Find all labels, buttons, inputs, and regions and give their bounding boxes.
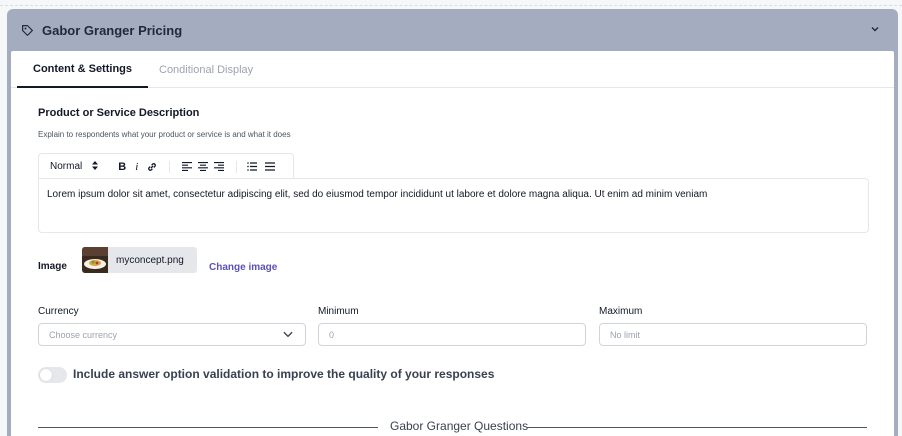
align-right-icon[interactable] <box>214 160 225 174</box>
editor-toolbar: Normal B i <box>38 153 294 179</box>
gabor-granger-card: Gabor Granger Pricing Content & Settings… <box>7 9 898 436</box>
description-hint: Explain to respondents what your product… <box>38 130 291 139</box>
bullet-list-icon[interactable] <box>265 160 276 174</box>
description-title: Product or Service Description <box>38 107 200 119</box>
image-thumbnail <box>82 247 108 273</box>
link-icon[interactable] <box>147 160 157 174</box>
bold-button[interactable]: B <box>118 160 126 174</box>
maximum-input[interactable]: No limit <box>599 323 867 346</box>
currency-label: Currency <box>38 306 79 317</box>
section-divider-title: Gabor Granger Questions <box>382 419 537 433</box>
ordered-list-icon[interactable] <box>247 160 258 174</box>
toggle-knob <box>40 369 52 381</box>
validation-toggle[interactable] <box>38 367 67 383</box>
tab-content-settings[interactable]: Content & Settings <box>17 51 148 88</box>
top-dashed-border <box>0 0 902 6</box>
change-image-link[interactable]: Change image <box>209 262 277 273</box>
align-center-icon[interactable] <box>198 160 209 174</box>
format-select[interactable]: Normal <box>50 161 99 172</box>
minimum-input[interactable]: 0 <box>318 323 586 346</box>
divider-line-left <box>38 427 378 428</box>
chevron-down-icon <box>283 331 293 339</box>
card-title: Gabor Granger Pricing <box>42 23 183 38</box>
sort-arrows-icon <box>92 161 99 172</box>
currency-select[interactable]: Choose currency <box>38 323 306 346</box>
format-select-label: Normal <box>50 161 83 172</box>
content-panel: Content & Settings Conditional Display P… <box>11 51 894 436</box>
divider-line-right <box>527 427 867 428</box>
chevron-down-icon[interactable] <box>870 24 880 34</box>
image-file-chip: myconcept.png <box>82 247 197 273</box>
image-label: Image <box>38 261 67 272</box>
tag-icon <box>21 24 34 37</box>
maximum-label: Maximum <box>599 306 643 317</box>
description-editor[interactable]: Lorem ipsum dolor sit amet, consectetur … <box>38 178 869 233</box>
tab-conditional-display[interactable]: Conditional Display <box>159 51 253 88</box>
minimum-label: Minimum <box>318 306 359 317</box>
align-left-icon[interactable] <box>182 160 193 174</box>
tab-bar: Content & Settings Conditional Display <box>11 51 894 88</box>
image-filename: myconcept.png <box>116 254 184 266</box>
italic-button[interactable]: i <box>135 160 138 174</box>
currency-select-placeholder: Choose currency <box>49 329 118 340</box>
validation-toggle-label: Include answer option validation to impr… <box>73 367 495 381</box>
card-header[interactable]: Gabor Granger Pricing <box>7 9 898 52</box>
